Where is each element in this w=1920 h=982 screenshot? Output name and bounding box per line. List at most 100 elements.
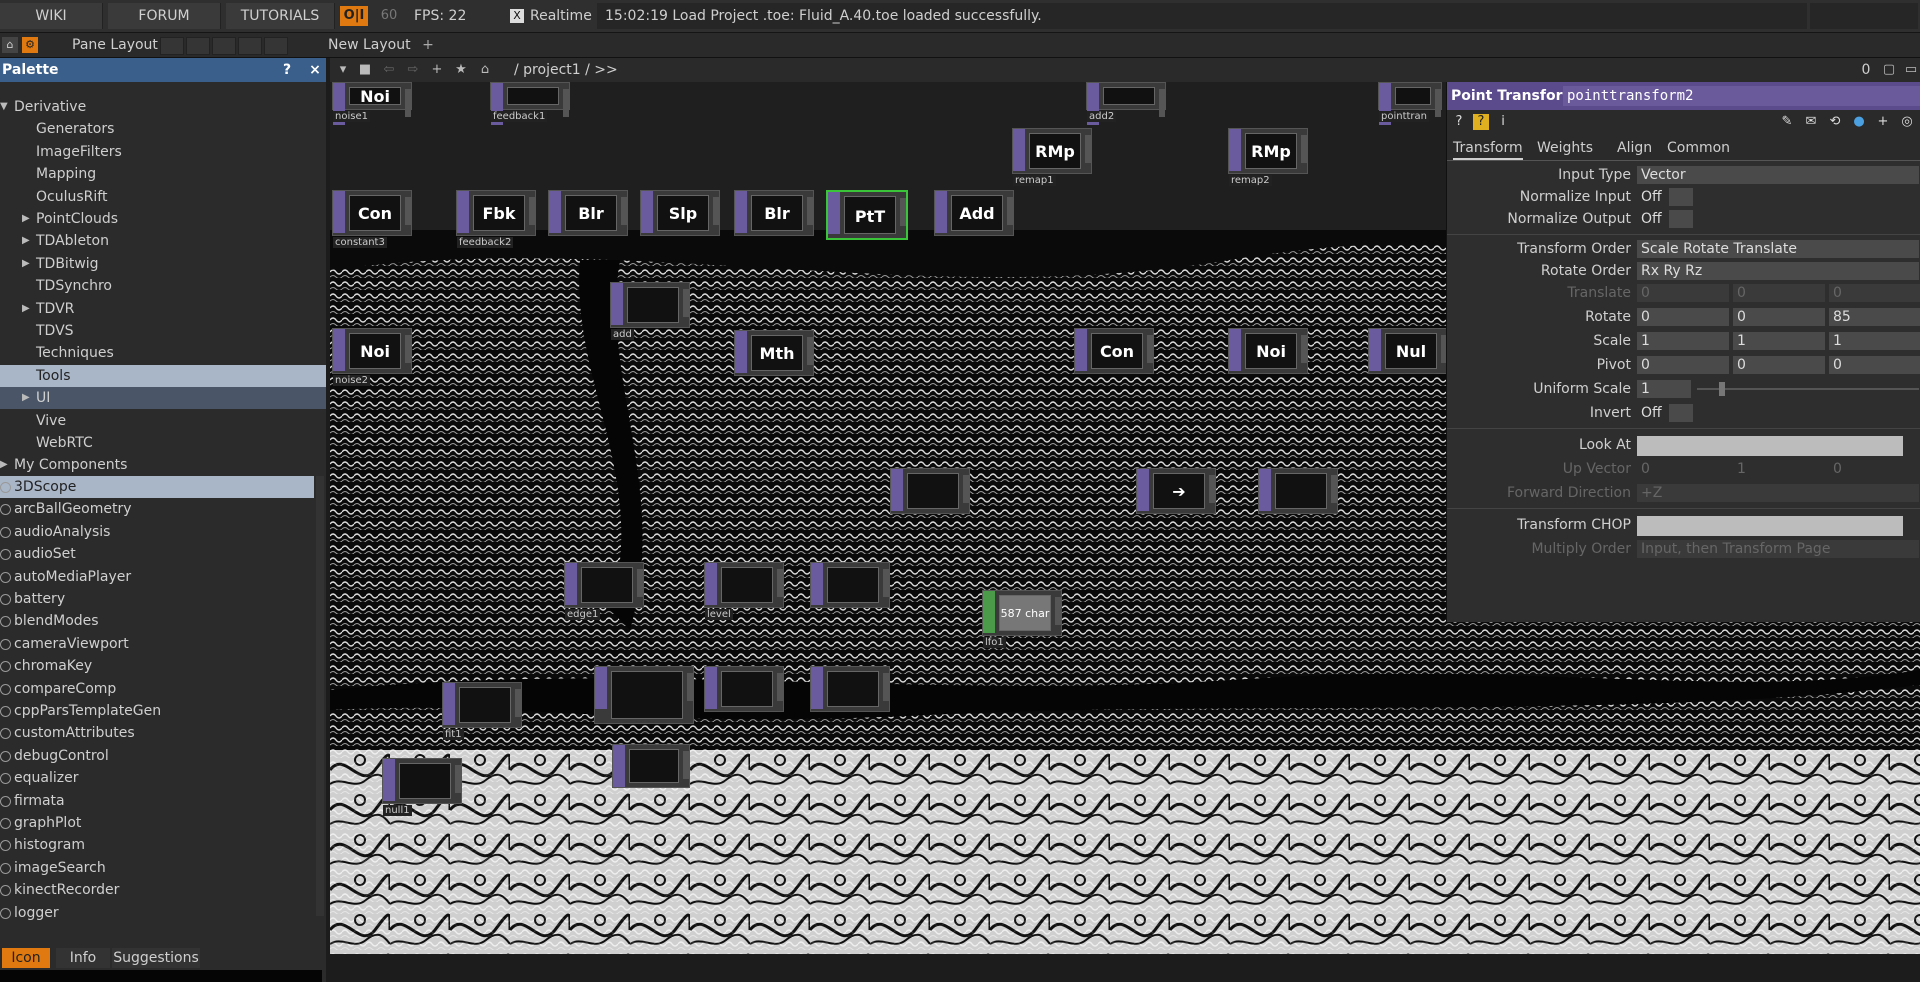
home-network-icon[interactable]: ⌂ bbox=[476, 62, 494, 78]
stop-icon[interactable]: ■ bbox=[356, 62, 374, 78]
node-output-strip[interactable] bbox=[1301, 135, 1307, 163]
node-input-strip[interactable] bbox=[333, 329, 345, 371]
tab-weights[interactable]: Weights bbox=[1537, 138, 1593, 158]
palette-component-item[interactable]: autoMediaPlayer bbox=[0, 566, 314, 588]
bypass-icon[interactable]: ⟲ bbox=[1827, 114, 1843, 130]
tab-align[interactable]: Align bbox=[1617, 138, 1652, 158]
node-input-strip[interactable] bbox=[565, 563, 577, 605]
palette-tree-item[interactable]: ▶ My Components bbox=[0, 454, 326, 476]
operator-node[interactable] bbox=[612, 744, 690, 788]
palette-component-item[interactable]: battery bbox=[0, 588, 314, 610]
node-output-strip[interactable] bbox=[807, 197, 813, 225]
operator-node[interactable]: Noi noise2 bbox=[332, 328, 412, 386]
info-icon[interactable]: i bbox=[1495, 114, 1511, 130]
node-input-strip[interactable] bbox=[735, 331, 747, 373]
rotate-y[interactable]: 0 bbox=[1733, 308, 1825, 326]
forum-button[interactable]: FORUM bbox=[108, 3, 221, 29]
node-output-strip[interactable] bbox=[621, 197, 627, 225]
palette-component-item[interactable]: equalizer bbox=[0, 767, 314, 789]
node-output-strip[interactable] bbox=[1331, 475, 1337, 503]
node-input-strip[interactable] bbox=[641, 191, 653, 233]
up-vector-z[interactable]: 0 bbox=[1829, 460, 1920, 478]
palette-component-item[interactable]: customAttributes bbox=[0, 722, 314, 744]
operator-node[interactable] bbox=[810, 666, 890, 712]
palette-tree-item[interactable]: TDVS bbox=[0, 320, 326, 342]
node-input-strip[interactable] bbox=[828, 192, 840, 234]
node-input-strip[interactable] bbox=[383, 759, 395, 801]
pane-layout-split-h[interactable] bbox=[212, 37, 236, 55]
pivot-y[interactable]: 0 bbox=[1733, 356, 1825, 374]
operator-node[interactable] bbox=[704, 666, 784, 712]
palette-component-item[interactable]: firmata bbox=[0, 790, 314, 812]
node-input-strip[interactable] bbox=[891, 469, 903, 511]
node-output-strip[interactable] bbox=[777, 673, 783, 701]
operator-node[interactable]: Fbk feedback2 bbox=[456, 190, 536, 248]
add-layout-button[interactable]: + bbox=[420, 37, 436, 53]
rotate-x[interactable]: 0 bbox=[1637, 308, 1729, 326]
node-input-strip[interactable] bbox=[613, 745, 625, 787]
uniform-scale-slider[interactable] bbox=[1697, 388, 1919, 390]
operator-node[interactable]: Con bbox=[1074, 328, 1154, 374]
scale-x[interactable]: 1 bbox=[1637, 332, 1729, 350]
uniform-scale-value[interactable]: 1 bbox=[1637, 380, 1691, 398]
perform-mode-toggle[interactable]: O|I bbox=[340, 6, 368, 26]
bookmark-star-icon[interactable]: ★ bbox=[452, 62, 470, 78]
operator-node[interactable]: 587 char lfo1 bbox=[982, 590, 1062, 648]
new-layout-tab[interactable]: New Layout bbox=[328, 33, 411, 57]
collapse-arrow-icon[interactable]: ▶ bbox=[0, 454, 8, 476]
pane-layout-quad[interactable] bbox=[264, 37, 288, 55]
palette-tree-item[interactable]: Tools bbox=[0, 364, 326, 387]
expand-arrow-icon[interactable]: ▼ bbox=[0, 96, 8, 118]
operator-node[interactable]: Nul bbox=[1368, 328, 1448, 374]
node-output-strip[interactable] bbox=[713, 197, 719, 225]
palette-component-item[interactable]: graphPlot bbox=[0, 812, 314, 834]
palette-tree-item[interactable]: ▶ TDBitwig bbox=[0, 253, 326, 275]
edit-icon[interactable]: ✎ bbox=[1779, 114, 1795, 130]
tab-transform[interactable]: Transform bbox=[1453, 138, 1523, 160]
palette-close-button[interactable]: × bbox=[304, 58, 326, 82]
tab-info[interactable]: Info bbox=[56, 948, 110, 968]
node-input-strip[interactable] bbox=[1137, 469, 1149, 511]
normalize-output-toggle[interactable] bbox=[1669, 210, 1693, 228]
node-output-strip[interactable] bbox=[1159, 89, 1165, 117]
palette-tree-item[interactable]: ▶ UI bbox=[0, 387, 326, 410]
palette-component-item[interactable]: audioSet bbox=[0, 543, 314, 565]
tutorials-button[interactable]: TUTORIALS bbox=[226, 3, 335, 29]
palette-tree-item[interactable]: OculusRift bbox=[0, 186, 326, 208]
node-output-strip[interactable] bbox=[683, 289, 689, 317]
tab-icon[interactable]: Icon bbox=[2, 948, 50, 968]
node-output-strip[interactable] bbox=[683, 751, 689, 779]
comment-icon[interactable]: ✉ bbox=[1803, 114, 1819, 130]
node-output-strip[interactable] bbox=[687, 673, 693, 701]
normalize-input-toggle[interactable] bbox=[1669, 188, 1693, 206]
operator-node[interactable]: Con constant3 bbox=[332, 190, 412, 248]
node-output-strip[interactable] bbox=[883, 673, 889, 701]
node-output-strip[interactable] bbox=[1435, 89, 1441, 117]
transform-chop-field[interactable] bbox=[1637, 516, 1903, 536]
palette-tree-item[interactable]: Mapping bbox=[0, 163, 326, 185]
python-icon[interactable]: ● bbox=[1851, 114, 1867, 130]
node-input-strip[interactable] bbox=[457, 191, 469, 233]
translate-x[interactable]: 0 bbox=[1637, 284, 1729, 302]
operator-node[interactable]: add2 bbox=[1086, 82, 1166, 125]
operator-node[interactable]: Add bbox=[934, 190, 1014, 236]
node-output-strip[interactable] bbox=[1055, 597, 1061, 625]
operator-node[interactable]: Noi bbox=[1228, 328, 1308, 374]
node-input-strip[interactable] bbox=[705, 563, 717, 605]
palette-tree-item[interactable]: ▶ TDVR bbox=[0, 298, 326, 320]
palette-tree-item[interactable]: ▶ TDAbleton bbox=[0, 230, 326, 252]
operator-node[interactable]: null1 bbox=[382, 758, 462, 816]
pane-layout-triple[interactable] bbox=[238, 37, 262, 55]
node-input-strip[interactable] bbox=[443, 683, 455, 725]
operator-node[interactable]: Mth bbox=[734, 330, 814, 376]
node-output-strip[interactable] bbox=[1085, 135, 1091, 163]
up-vector-y[interactable]: 1 bbox=[1733, 460, 1825, 478]
palette-component-item[interactable]: audioAnalysis bbox=[0, 521, 314, 543]
tool-icon[interactable]: ⚙ bbox=[22, 37, 38, 53]
node-input-strip[interactable] bbox=[1075, 329, 1087, 371]
palette-component-item[interactable]: kinectRecorder bbox=[0, 879, 314, 901]
node-output-strip[interactable] bbox=[1007, 197, 1013, 225]
operator-node[interactable] bbox=[1258, 468, 1338, 514]
operator-node[interactable] bbox=[810, 562, 890, 608]
home-icon[interactable]: ⌂ bbox=[2, 37, 18, 53]
